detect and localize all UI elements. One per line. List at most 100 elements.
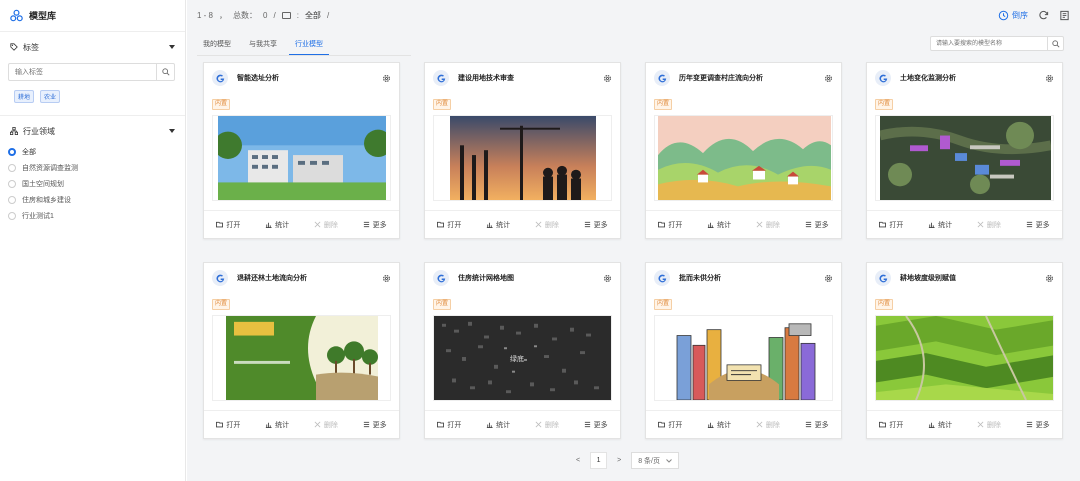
more-button[interactable]: 更多 [350, 211, 399, 238]
refresh-icon[interactable] [1038, 10, 1049, 21]
sort-clock-icon [998, 10, 1009, 20]
tag-section-header[interactable]: 标签 [0, 36, 185, 58]
model-logo-icon [212, 70, 228, 86]
sort-desc-button[interactable]: 倒序 [998, 10, 1028, 21]
prev-page-button[interactable]: < [576, 457, 580, 464]
stats-button[interactable]: 统计 [916, 411, 965, 438]
tag-chip-agriculture[interactable]: 农业 [40, 90, 61, 103]
more-button[interactable]: 更多 [1013, 211, 1062, 238]
domain-radio-housing[interactable]: 住房和城乡建设 [8, 192, 177, 208]
domain-radio-industry-test[interactable]: 行业测试1 [8, 208, 177, 224]
domain-section-caret-down-icon[interactable] [169, 129, 175, 133]
more-button[interactable]: 更多 [571, 211, 620, 238]
tag-search-button[interactable] [156, 64, 174, 80]
gear-icon[interactable] [603, 74, 612, 83]
document-list-icon[interactable] [1059, 10, 1070, 21]
model-card[interactable]: 智能选址分析 内置 打开 统计 删除 更多 [203, 62, 400, 239]
sidebar: 模型库 标签 耕地 农业 行业领域 全部 自然资源调查监测 国土空间规划 住房和… [0, 0, 186, 481]
more-button[interactable]: 更多 [792, 211, 841, 238]
tab-my-models[interactable]: 我的模型 [197, 36, 237, 55]
model-search-button[interactable] [1047, 37, 1063, 50]
domain-section-label: 行业领域 [23, 126, 55, 136]
tag-section-caret-down-icon[interactable] [169, 45, 175, 49]
model-card[interactable]: 耕地坡度级别赋值 内置 打开 统计 删除 更多 [866, 262, 1063, 439]
gear-icon[interactable] [382, 274, 391, 283]
total-count: 0 [263, 10, 268, 20]
more-button[interactable]: 更多 [1013, 411, 1062, 438]
stats-button[interactable]: 统计 [695, 211, 744, 238]
tab-shared-with-me[interactable]: 与我共享 [243, 36, 283, 55]
radio-icon [8, 180, 16, 188]
stats-button[interactable]: 统计 [474, 411, 523, 438]
delete-button[interactable]: 删除 [965, 411, 1014, 438]
open-button[interactable]: 打开 [204, 211, 253, 238]
gear-icon[interactable] [824, 274, 833, 283]
model-search-input[interactable] [931, 37, 1047, 50]
village-illustration-image [658, 116, 831, 200]
model-card[interactable]: 历年变更调查村庄流向分析 内置 打开 统计 删除 更多 [645, 62, 842, 239]
card-actions: 打开 统计 删除 更多 [646, 410, 841, 438]
delete-button[interactable]: 删除 [965, 211, 1014, 238]
delete-button[interactable]: 删除 [302, 411, 351, 438]
domain-radio-natural-resources[interactable]: 自然资源调查监测 [8, 160, 177, 176]
model-logo-icon [433, 270, 449, 286]
model-card[interactable]: 批而未供分析 内置 打开 统计 删除 更多 [645, 262, 842, 439]
tag-chip-farmland[interactable]: 耕地 [14, 90, 35, 103]
folder-open-icon [216, 421, 224, 428]
open-button[interactable]: 打开 [646, 411, 695, 438]
list-icon [584, 421, 590, 428]
gear-icon[interactable] [1045, 74, 1054, 83]
more-button[interactable]: 更多 [350, 411, 399, 438]
gear-icon[interactable] [382, 74, 391, 83]
next-page-button[interactable]: > [617, 457, 621, 464]
model-search-box [930, 36, 1064, 51]
model-card[interactable]: 建设用地技术审查 内置 打开 统计 删除 更多 [424, 62, 621, 239]
model-logo-icon [212, 270, 228, 286]
stats-button[interactable]: 统计 [474, 211, 523, 238]
delete-button[interactable]: 删除 [302, 211, 351, 238]
more-button[interactable]: 更多 [571, 411, 620, 438]
domain-section-header[interactable]: 行业领域 [0, 120, 185, 142]
stats-button[interactable]: 统计 [695, 411, 744, 438]
tag-search-box [8, 63, 175, 81]
model-card[interactable]: 土地变化监测分析 内置 打开 统计 删除 更多 [866, 62, 1063, 239]
delete-button[interactable]: 删除 [744, 411, 793, 438]
open-button[interactable]: 打开 [867, 211, 916, 238]
delete-button[interactable]: 删除 [744, 211, 793, 238]
model-tabs: 我的模型 与我共享 行业模型 [197, 36, 411, 56]
construction-photo-image [450, 116, 596, 200]
hierarchy-icon [10, 127, 18, 135]
gear-icon[interactable] [824, 74, 833, 83]
open-button[interactable]: 打开 [646, 211, 695, 238]
page-size-select[interactable]: 8 条/页 [631, 452, 679, 469]
open-button[interactable]: 打开 [425, 211, 474, 238]
satellite-photo-image [880, 116, 1051, 200]
tag-search-input[interactable] [9, 64, 156, 80]
model-logo-icon [654, 270, 670, 286]
page-number-button[interactable]: 1 [590, 452, 608, 469]
card-title: 土地变化监测分析 [900, 75, 956, 82]
gear-icon[interactable] [603, 274, 612, 283]
breadcrumb-folder-all[interactable]: 全部 [305, 10, 321, 21]
model-card[interactable]: 住房统计网格地图 内置 绿底 打开 统计 删除 更多 [424, 262, 621, 439]
domain-radio-spatial-planning[interactable]: 国土空间规划 [8, 176, 177, 192]
card-thumbnail [212, 315, 391, 401]
open-button[interactable]: 打开 [204, 411, 253, 438]
open-button[interactable]: 打开 [425, 411, 474, 438]
model-card[interactable]: 退耕还林土地流向分析 内置 打开 统计 删除 更多 [203, 262, 400, 439]
bar-chart-icon [266, 222, 272, 228]
card-thumbnail: 绿底 [433, 315, 612, 401]
delete-button[interactable]: 删除 [523, 211, 572, 238]
stats-button[interactable]: 统计 [253, 211, 302, 238]
card-actions: 打开 统计 删除 更多 [204, 410, 399, 438]
gear-icon[interactable] [1045, 274, 1054, 283]
tab-industry-models[interactable]: 行业模型 [289, 36, 329, 55]
chevron-down-icon [666, 458, 672, 463]
open-button[interactable]: 打开 [867, 411, 916, 438]
more-button[interactable]: 更多 [792, 411, 841, 438]
domain-radio-all[interactable]: 全部 [8, 144, 177, 160]
delete-button[interactable]: 删除 [523, 411, 572, 438]
stats-button[interactable]: 统计 [253, 411, 302, 438]
card-thumbnail [654, 115, 833, 201]
stats-button[interactable]: 统计 [916, 211, 965, 238]
